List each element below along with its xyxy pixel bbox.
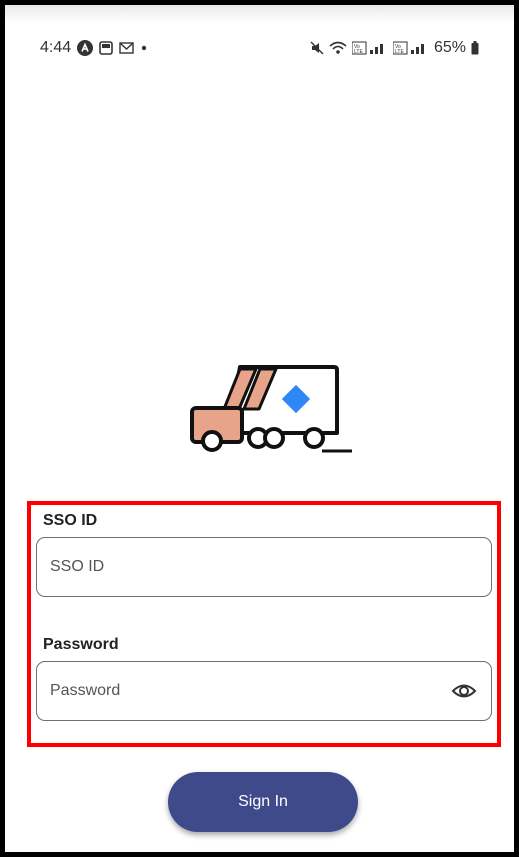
svg-text:LTE: LTE	[395, 49, 404, 55]
sso-id-field[interactable]	[36, 537, 492, 597]
top-strip	[5, 5, 514, 23]
wifi-icon	[329, 41, 347, 55]
mute-icon	[310, 41, 324, 55]
svg-text:LTE: LTE	[354, 49, 363, 55]
app-a-icon	[77, 40, 94, 56]
dot-icon	[140, 44, 148, 52]
status-left: 4:44	[40, 39, 148, 57]
battery-percent: 65%	[433, 39, 466, 56]
password-input[interactable]	[48, 681, 451, 701]
delivery-van-icon	[190, 365, 352, 453]
sso-id-label: SSO ID	[43, 512, 98, 529]
status-time: 4:44	[40, 39, 72, 56]
volte2-signal-icon: Vo LTE	[392, 41, 429, 55]
delivery-van-logo	[188, 365, 353, 455]
sign-in-button[interactable]: Sign In	[168, 772, 358, 832]
gallery-icon	[99, 41, 113, 55]
password-label: Password	[43, 636, 119, 653]
gmail-icon	[119, 42, 134, 54]
battery-icon	[471, 41, 479, 55]
volte1-signal-icon: Vo LTE	[351, 41, 388, 55]
password-field[interactable]	[36, 661, 492, 721]
eye-icon[interactable]	[451, 681, 477, 701]
sso-id-input[interactable]	[48, 557, 477, 577]
status-right: Vo LTE Vo LTE 65%	[310, 39, 479, 57]
status-bar: 4:44 Vo LTE Vo LTE 65%	[40, 38, 479, 58]
